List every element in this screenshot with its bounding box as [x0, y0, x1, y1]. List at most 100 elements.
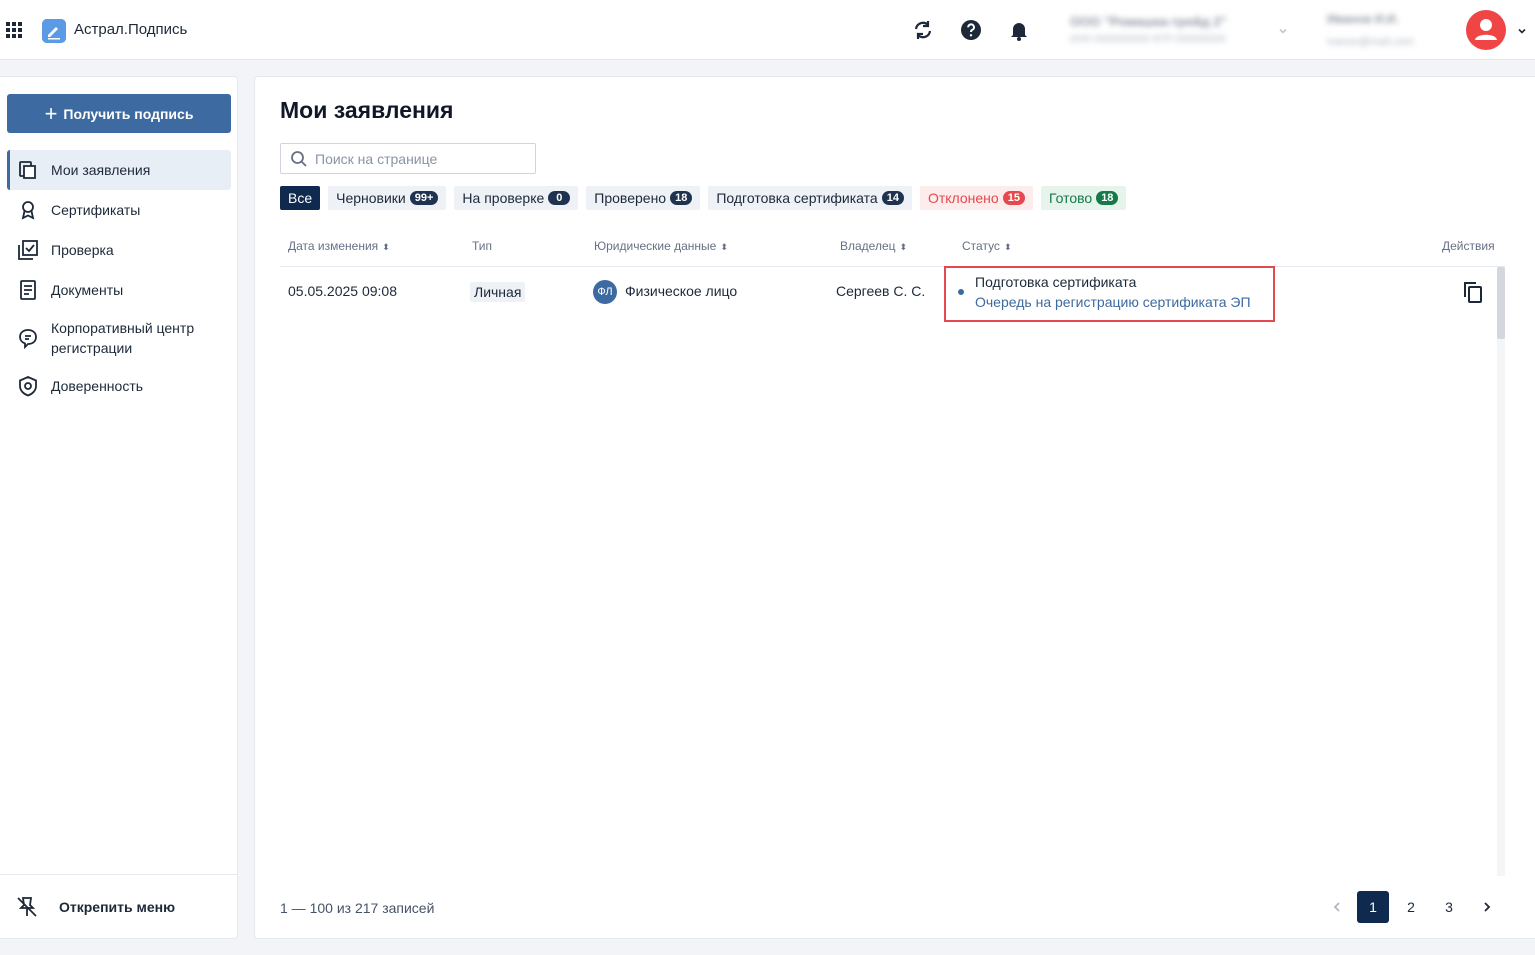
sidebar-nav: Мои заявления Сертификаты Проверка Докум…: [7, 150, 231, 406]
records-summary: 1 — 100 из 217 записей: [280, 900, 435, 916]
sort-icon: ⬍: [382, 242, 390, 252]
page-button-1[interactable]: 1: [1357, 891, 1389, 923]
cell-date: 05.05.2025 09:08: [288, 283, 397, 299]
main-panel: Мои заявления Все Черновики 99+ На прове…: [254, 76, 1535, 939]
filter-label: Черновики: [336, 190, 406, 206]
column-header-status[interactable]: Статус ⬍: [962, 239, 1011, 253]
organization-selector[interactable]: ООО "Ромашка-трейд 2" ИНН 0000000000 КПП…: [1070, 14, 1270, 48]
filter-label: На проверке: [462, 190, 545, 206]
count-badge: 18: [670, 191, 693, 205]
get-signature-label: Получить подпись: [63, 105, 194, 122]
table-row[interactable]: 05.05.2025 09:08 Личная ФЛ Физическое ли…: [280, 266, 1497, 322]
sidebar-item-corporate-center[interactable]: Корпоративный центр регистрации: [7, 310, 231, 366]
column-label: Тип: [472, 239, 493, 253]
sort-icon: ⬍: [1003, 242, 1012, 252]
column-label: Статус: [962, 239, 1000, 253]
app-logo-icon: [42, 19, 66, 43]
copy-icon[interactable]: [1460, 279, 1486, 305]
refresh-icon[interactable]: [911, 18, 935, 42]
cell-owner: Сергеев С. С.: [836, 283, 926, 299]
filter-drafts[interactable]: Черновики 99+: [328, 186, 447, 210]
column-label: Юридические данные: [594, 239, 717, 253]
chevron-down-icon[interactable]: [1277, 24, 1289, 36]
sidebar-item-documents[interactable]: Документы: [7, 270, 231, 310]
chevron-left-icon[interactable]: [1321, 891, 1353, 923]
scrollbar-thumb[interactable]: [1497, 267, 1505, 339]
org-name: ООО "Ромашка-трейд 2": [1070, 14, 1227, 29]
chevron-right-icon[interactable]: [1471, 891, 1503, 923]
sidebar-item-label: Документы: [51, 282, 124, 298]
column-label: Действия: [1442, 239, 1495, 253]
sidebar: + Получить подпись Мои заявления Сертифи…: [0, 76, 238, 939]
filter-cert-preparation[interactable]: Подготовка сертификата 14: [708, 186, 912, 210]
column-label: Дата изменения: [288, 239, 379, 253]
legal-type-badge: ФЛ: [593, 280, 617, 304]
table-header: Дата изменения ⬍ Тип Юридические данные ⬍ …: [280, 233, 1505, 267]
filter-label: Готово: [1048, 190, 1093, 206]
page-button-2[interactable]: 2: [1395, 891, 1427, 923]
sidebar-item-label: Мои заявления: [51, 162, 151, 178]
column-label: Владелец: [840, 239, 896, 253]
search-input[interactable]: [315, 148, 529, 170]
status-dot: [958, 289, 964, 295]
document-icon: [17, 279, 39, 301]
user-email: ivanov@mail.com: [1327, 36, 1414, 48]
filter-in-review[interactable]: На проверке 0: [454, 186, 579, 210]
app-title: Астрал.Подпись: [74, 21, 188, 38]
search-field[interactable]: [280, 143, 536, 174]
sidebar-item-label: Проверка: [51, 242, 114, 258]
scrollbar[interactable]: [1497, 267, 1505, 876]
sort-icon: ⬍: [899, 242, 908, 252]
filter-label: Отклонено: [927, 190, 999, 206]
sidebar-item-certificates[interactable]: Сертификаты: [7, 190, 231, 230]
sidebar-item-label: Доверенность: [51, 378, 144, 394]
column-header-legal[interactable]: Юридические данные ⬍: [594, 239, 728, 253]
sidebar-item-label: Корпоративный центр регистрации: [51, 320, 195, 356]
sidebar-divider: [0, 874, 237, 875]
search-icon: [291, 151, 307, 167]
count-badge: 0: [548, 191, 571, 205]
org-details: ИНН 0000000000 КПП 000000000: [1070, 34, 1226, 45]
user-avatar-icon[interactable]: [1466, 10, 1506, 50]
filter-rejected[interactable]: Отклонено 15: [919, 186, 1033, 210]
unpin-icon: [17, 897, 37, 917]
status-filters: Все Черновики 99+ На проверке 0 Проверен…: [280, 186, 1134, 210]
unpin-menu-label: Открепить меню: [59, 899, 176, 915]
column-header-actions: Действия: [1442, 239, 1495, 253]
sort-icon: ⬍: [720, 242, 728, 252]
filter-label: Подготовка сертификата: [716, 190, 878, 206]
page-button-3[interactable]: 3: [1433, 891, 1465, 923]
sidebar-item-power-of-attorney[interactable]: Доверенность: [7, 366, 231, 406]
filter-label: Проверено: [594, 190, 667, 206]
column-header-type: Тип: [472, 239, 492, 253]
column-header-owner[interactable]: Владелец ⬍: [840, 239, 907, 253]
count-badge: 14: [881, 191, 904, 205]
filter-checked[interactable]: Проверено 18: [586, 186, 701, 210]
count-badge: 18: [1096, 191, 1119, 205]
filter-label: Все: [288, 190, 313, 206]
type-tag: Личная: [470, 282, 526, 302]
check-icon: [17, 239, 39, 261]
chevron-down-icon[interactable]: [1516, 24, 1528, 36]
user-name: Иванов И.И.: [1327, 12, 1399, 26]
unpin-menu-button[interactable]: Открепить меню: [15, 892, 225, 922]
help-icon[interactable]: [959, 18, 983, 42]
status-highlight: Подготовка сертификата Очередь на регист…: [944, 266, 1275, 322]
sidebar-item-verification[interactable]: Проверка: [7, 230, 231, 270]
page-title: Мои заявления: [280, 97, 454, 123]
bell-icon[interactable]: [1007, 18, 1031, 42]
cell-legal: Физическое лицо: [625, 283, 738, 299]
shield-icon: [17, 375, 39, 397]
filter-all[interactable]: Все: [280, 186, 321, 210]
top-bar: Астрал.Подпись ООО "Ромашка-трейд 2" ИНН…: [0, 0, 1535, 60]
sidebar-item-applications[interactable]: Мои заявления: [7, 150, 231, 190]
get-signature-button[interactable]: + Получить подпись: [7, 94, 231, 133]
apps-grid-icon[interactable]: [6, 22, 22, 38]
chat-icon: [17, 327, 39, 349]
plus-icon: +: [44, 100, 58, 126]
filter-ready[interactable]: Готово 18: [1040, 186, 1127, 210]
column-header-date[interactable]: Дата изменения ⬍: [288, 239, 390, 253]
sidebar-item-label: Сертификаты: [51, 202, 141, 218]
user-info[interactable]: Иванов И.И. ivanov@mail.com: [1327, 12, 1457, 52]
count-badge: 99+: [409, 191, 439, 205]
